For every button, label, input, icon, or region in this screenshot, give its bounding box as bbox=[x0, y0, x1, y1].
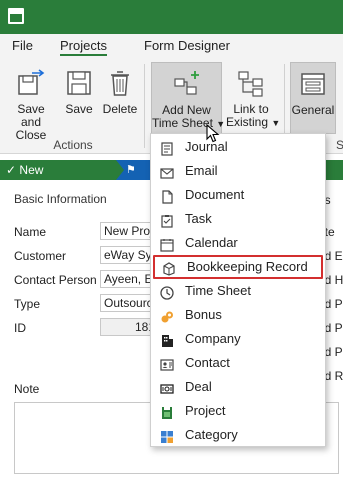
project-icon bbox=[160, 404, 174, 419]
menu-item-label: Bookkeeping Record bbox=[187, 259, 308, 274]
general-label: General bbox=[291, 103, 335, 117]
deal-icon bbox=[160, 380, 174, 394]
menu-item-label: Task bbox=[185, 211, 212, 226]
save-button[interactable]: Save bbox=[62, 62, 96, 134]
task-icon bbox=[160, 212, 174, 228]
menu-item-label: Time Sheet bbox=[185, 283, 251, 298]
bookkeeping-icon bbox=[162, 260, 176, 276]
company-icon bbox=[160, 332, 174, 347]
link-label-line2: Existing bbox=[226, 115, 269, 129]
calendar-icon bbox=[160, 236, 174, 252]
save-and-close-label: Save and Close bbox=[15, 102, 47, 142]
floppy-icon bbox=[64, 68, 94, 98]
trash-icon bbox=[105, 68, 135, 98]
chevron-down-icon: ▼ bbox=[271, 118, 281, 128]
field-label-name: Name bbox=[14, 225, 47, 239]
delete-button[interactable]: Delete bbox=[100, 62, 140, 134]
save-and-close-button[interactable]: Save and Close bbox=[4, 62, 58, 142]
menu-item-task[interactable]: Task bbox=[151, 207, 325, 231]
menu-item-label: Contact bbox=[185, 355, 230, 370]
menu-item-journal[interactable]: Journal bbox=[151, 135, 325, 159]
menu-item-category[interactable]: Category bbox=[151, 423, 325, 447]
menu-item-label: Deal bbox=[185, 379, 212, 394]
menu-item-company[interactable]: Company bbox=[151, 327, 325, 351]
add-new-icon bbox=[172, 69, 202, 99]
section-basic-information: Basic Information bbox=[14, 192, 107, 206]
email-icon bbox=[160, 164, 174, 179]
field-label-contact-person: Contact Person bbox=[14, 273, 97, 287]
bonus-icon bbox=[160, 308, 174, 323]
menu-item-label: Category bbox=[185, 427, 238, 442]
flag-icon: ⚑ bbox=[126, 164, 136, 176]
menu-item-time-sheet[interactable]: Time Sheet bbox=[151, 279, 325, 303]
link-existing-icon bbox=[236, 68, 266, 98]
menu-item-bookkeeping-record[interactable]: Bookkeeping Record bbox=[153, 255, 323, 279]
delete-label: Delete bbox=[102, 102, 138, 116]
mouse-cursor-icon bbox=[206, 123, 220, 144]
contact-icon bbox=[160, 356, 174, 371]
menu-item-project[interactable]: Project bbox=[151, 399, 325, 423]
ribbon-divider bbox=[144, 64, 145, 148]
save-label: Save bbox=[65, 102, 93, 116]
menu-item-calendar[interactable]: Calendar bbox=[151, 231, 325, 255]
app-window-icon bbox=[8, 8, 24, 24]
tab-form-designer[interactable]: Form Designer bbox=[144, 38, 230, 53]
menu-item-label: Document bbox=[185, 187, 245, 202]
document-icon bbox=[160, 188, 174, 204]
link-to-existing-button[interactable]: Link to Existing ▼ bbox=[226, 62, 280, 134]
menu-item-contact[interactable]: Contact bbox=[151, 351, 325, 375]
field-label-type: Type bbox=[14, 297, 41, 311]
menu-item-label: Project bbox=[185, 403, 226, 418]
field-label-customer: Customer bbox=[14, 249, 67, 263]
menu-item-document[interactable]: Document bbox=[151, 183, 325, 207]
save-close-icon bbox=[16, 68, 46, 98]
time-sheet-icon bbox=[160, 284, 174, 300]
general-form-icon bbox=[298, 69, 328, 99]
group-label-s: S bbox=[336, 138, 343, 152]
menu-item-label: Email bbox=[185, 163, 218, 178]
group-label-actions: Actions bbox=[53, 138, 93, 152]
menu-item-label: Calendar bbox=[185, 235, 238, 250]
menu-item-email[interactable]: Email bbox=[151, 159, 325, 183]
journal-icon bbox=[160, 140, 174, 156]
flag-step[interactable]: ⚑ bbox=[116, 160, 150, 180]
menu-item-deal[interactable]: Deal bbox=[151, 375, 325, 399]
category-icon bbox=[160, 428, 174, 443]
tab-file[interactable]: File bbox=[12, 38, 33, 53]
menu-item-label: Bonus bbox=[185, 307, 222, 322]
title-bar bbox=[0, 0, 343, 34]
field-label-id: ID bbox=[14, 321, 26, 335]
add-new-label-line2: Time Sheet bbox=[152, 116, 213, 130]
menu-item-bonus[interactable]: Bonus bbox=[151, 303, 325, 327]
status-new-label: New bbox=[19, 163, 44, 177]
tab-projects[interactable]: Projects bbox=[60, 38, 107, 56]
menu-bar: File Projects Form Designer bbox=[0, 34, 343, 58]
menu-item-label: Company bbox=[185, 331, 241, 346]
general-button[interactable]: General bbox=[290, 62, 336, 134]
note-label: Note bbox=[14, 382, 40, 396]
add-new-dropdown-menu: Journal Email Document Task Calendar Boo… bbox=[150, 133, 326, 447]
status-new-step[interactable]: ✓ New bbox=[0, 160, 43, 180]
check-icon: ✓ bbox=[6, 163, 17, 177]
